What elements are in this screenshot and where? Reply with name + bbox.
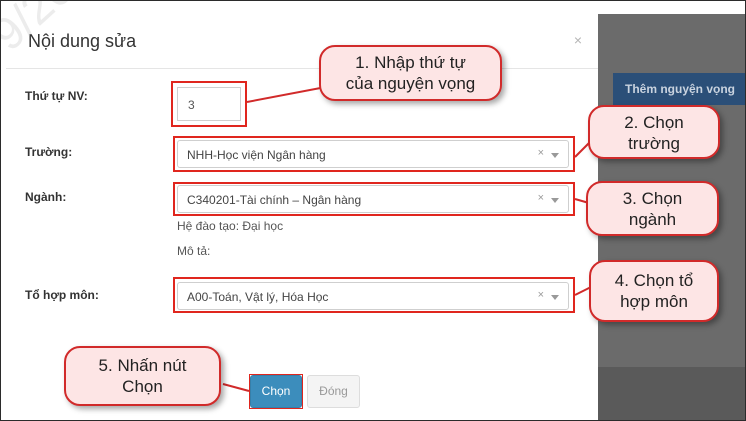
screenshot-frame: Thêm nguyện vọng Nội dung sửa × 9/2020 0… bbox=[0, 0, 746, 421]
callout-step-4: 4. Chọn tổ hợp môn bbox=[589, 260, 719, 322]
callout-step-2: 2. Chọn trường bbox=[588, 105, 720, 159]
callout-step-5: 5. Nhấn nút Chọn bbox=[64, 346, 221, 406]
callout-step-3: 3. Chọn ngành bbox=[586, 181, 719, 236]
callout-step-1: 1. Nhập thứ tự của nguyện vọng bbox=[319, 45, 502, 101]
